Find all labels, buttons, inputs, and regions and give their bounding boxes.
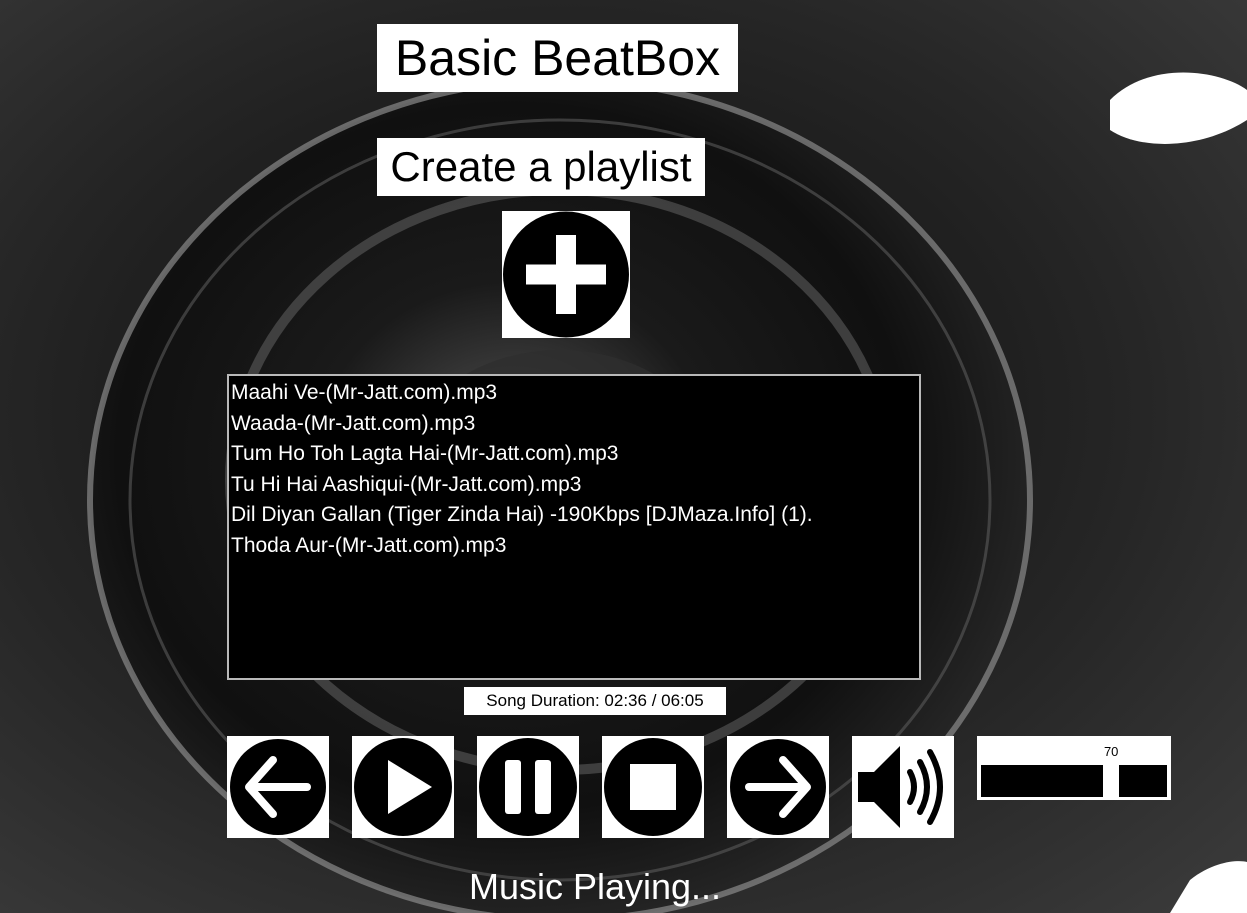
arrow-right-icon	[730, 739, 826, 835]
playlist-item[interactable]: Thoda Aur-(Mr-Jatt.com).mp3	[231, 531, 919, 562]
pause-button[interactable]	[477, 736, 579, 838]
app-title: Basic BeatBox	[377, 24, 738, 92]
plus-circle-icon	[503, 211, 629, 338]
playback-status: Music Playing...	[468, 866, 722, 907]
previous-button[interactable]	[227, 736, 329, 838]
playlist-box[interactable]: Maahi Ve-(Mr-Jatt.com).mp3 Waada-(Mr-Jat…	[227, 374, 921, 680]
volume-slider[interactable]: 70	[977, 736, 1171, 800]
playlist-item[interactable]: Maahi Ve-(Mr-Jatt.com).mp3	[231, 378, 919, 409]
play-button[interactable]	[352, 736, 454, 838]
play-icon	[354, 738, 452, 836]
volume-track[interactable]	[981, 765, 1167, 797]
pause-icon	[479, 738, 577, 836]
create-playlist-label[interactable]: Create a playlist	[377, 138, 705, 196]
speaker-icon	[858, 746, 943, 828]
playlist-item[interactable]: Tu Hi Hai Aashiqui-(Mr-Jatt.com).mp3	[231, 470, 919, 501]
volume-value: 70	[1103, 744, 1119, 759]
add-playlist-button[interactable]	[502, 211, 630, 338]
playlist-item[interactable]: Dil Diyan Gallan (Tiger Zinda Hai) -190K…	[231, 500, 919, 531]
mute-button[interactable]	[852, 736, 954, 838]
beatbox-window: Basic BeatBox Create a playlist Maahi Ve…	[0, 0, 1247, 913]
playlist-list: Maahi Ve-(Mr-Jatt.com).mp3 Waada-(Mr-Jat…	[229, 376, 919, 561]
arrow-left-icon	[230, 739, 326, 835]
next-button[interactable]	[727, 736, 829, 838]
song-duration-label: Song Duration: 02:36 / 06:05	[464, 687, 726, 715]
stop-button[interactable]	[602, 736, 704, 838]
volume-thumb[interactable]	[1103, 763, 1120, 799]
playlist-item[interactable]: Tum Ho Toh Lagta Hai-(Mr-Jatt.com).mp3	[231, 439, 919, 470]
playlist-item[interactable]: Waada-(Mr-Jatt.com).mp3	[231, 409, 919, 440]
stop-icon	[604, 738, 702, 836]
